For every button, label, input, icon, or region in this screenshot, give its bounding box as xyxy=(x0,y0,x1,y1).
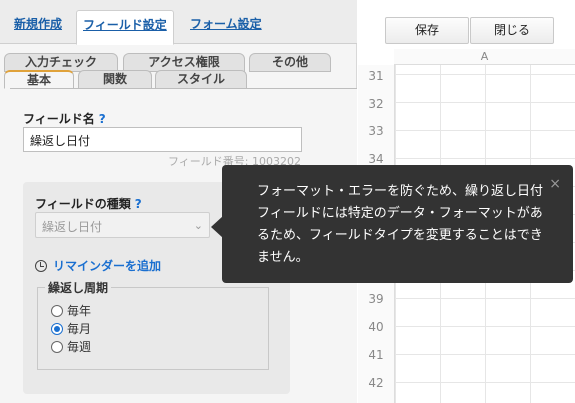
save-button[interactable]: 保存 xyxy=(385,17,469,44)
row-number[interactable]: 40 xyxy=(358,313,394,341)
tooltip-text: フォーマット・エラーを防ぐため、繰り返し日付フィールドには特定のデータ・フォーマ… xyxy=(257,184,544,265)
field-type-label-text: フィールドの種類 xyxy=(35,197,131,211)
radio-label: 毎年 xyxy=(67,304,92,318)
radio-yearly[interactable]: 毎年 xyxy=(51,304,91,318)
button-bar: 保存 閉じる xyxy=(358,0,575,48)
radio-monthly[interactable]: 毎月 xyxy=(51,322,91,336)
field-type-select[interactable]: 繰返し日付 ⌄ xyxy=(35,212,210,238)
row-number[interactable]: 33 xyxy=(358,117,394,145)
radio-button[interactable] xyxy=(51,305,63,317)
radio-button[interactable] xyxy=(51,341,63,353)
radio-label: 毎月 xyxy=(67,322,92,336)
close-icon[interactable]: × xyxy=(549,173,561,195)
radio-label: 毎週 xyxy=(67,340,92,354)
help-icon[interactable]: ? xyxy=(99,112,106,126)
repeat-period-legend: 繰返し周期 xyxy=(45,279,112,296)
row-number[interactable]: 31 xyxy=(358,62,394,90)
radio-button[interactable] xyxy=(51,323,63,335)
row-number[interactable]: 41 xyxy=(358,341,394,369)
subtab-basic[interactable]: 基本 xyxy=(4,70,74,89)
chevron-down-icon: ⌄ xyxy=(193,219,203,232)
subtab-style[interactable]: スタイル xyxy=(155,70,247,89)
tab-new[interactable]: 新規作成 xyxy=(8,10,68,44)
add-reminder-link[interactable]: リマインダーを追加 xyxy=(35,257,161,274)
tooltip: × フォーマット・エラーを防ぐため、繰り返し日付フィールドには特定のデータ・フォ… xyxy=(222,165,573,283)
close-button[interactable]: 閉じる xyxy=(470,17,554,44)
tab-field-settings[interactable]: フィールド設定 xyxy=(76,10,174,45)
field-type-label: フィールドの種類? xyxy=(35,195,142,212)
help-icon[interactable]: ? xyxy=(135,197,142,211)
top-tab-bar: 新規作成 フィールド設定 フォーム設定 xyxy=(0,0,357,45)
row-number[interactable]: 32 xyxy=(358,90,394,118)
add-reminder-label: リマインダーを追加 xyxy=(53,259,162,273)
field-name-label-text: フィールド名 xyxy=(23,112,95,126)
radio-weekly[interactable]: 毎週 xyxy=(51,340,91,354)
column-header[interactable]: A xyxy=(394,49,575,65)
field-name-label: フィールド名? xyxy=(23,110,106,127)
clock-icon xyxy=(35,260,47,272)
tab-form-settings[interactable]: フォーム設定 xyxy=(184,10,268,44)
row-number[interactable]: 39 xyxy=(358,285,394,313)
subtab-other[interactable]: その他 xyxy=(249,53,331,72)
field-type-value: 繰返し日付 xyxy=(42,220,103,234)
row-number[interactable]: 42 xyxy=(358,369,394,397)
subtab-function[interactable]: 関数 xyxy=(78,70,152,89)
field-name-input[interactable]: 繰返し日付 xyxy=(23,127,302,152)
